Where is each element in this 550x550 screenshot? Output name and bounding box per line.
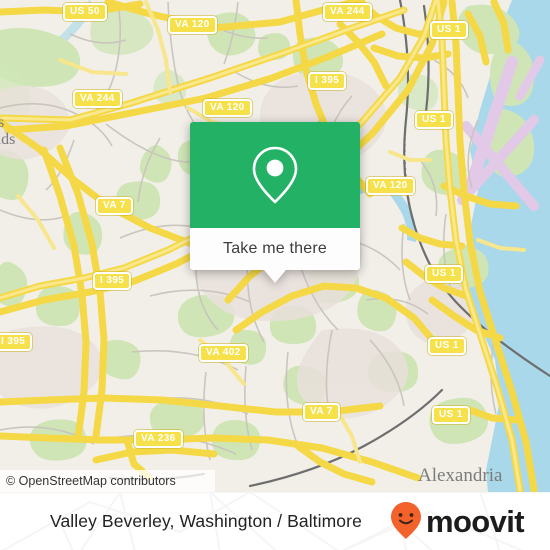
road-shield: US 1 [430, 21, 468, 39]
road-shield: VA 7 [96, 197, 133, 215]
road-shield: US 1 [425, 265, 463, 283]
osm-attribution[interactable]: © OpenStreetMap contributors [0, 470, 215, 492]
road-shield: US 1 [428, 337, 466, 355]
road-shield: I 395 [0, 333, 33, 351]
road-shield: VA 120 [168, 16, 217, 34]
popup-card-tail [264, 270, 286, 283]
moovit-smiley-pin-icon [390, 502, 421, 539]
road-shield: VA 244 [73, 90, 122, 108]
popup-card-header [190, 122, 360, 228]
moovit-brand[interactable]: moovit [389, 492, 525, 550]
road-shield: US 50 [63, 3, 107, 21]
road-shield: VA 120 [203, 99, 252, 117]
footer-bar: Valley Beverley, Washington / Baltimore … [0, 492, 550, 550]
map-place-label: s [0, 114, 5, 131]
map-place-label: ads [0, 131, 16, 148]
map-place-label-alexandria: Alexandria [418, 465, 503, 486]
road-shield: VA 402 [199, 344, 248, 362]
screenshot-root: s ads Alexandria US 50 VA 120 VA 244 US … [0, 0, 550, 550]
map-pin-icon [252, 146, 298, 204]
take-me-there-label: Take me there [223, 240, 327, 257]
popup-card-footer[interactable]: Take me there [190, 228, 360, 270]
road-shield: US 1 [432, 406, 470, 424]
footer-title: Valley Beverley, Washington / Baltimore [50, 510, 362, 531]
moovit-wordmark: moovit [425, 503, 525, 539]
road-shield: I 395 [93, 272, 132, 290]
road-shield: I 395 [308, 72, 347, 90]
location-popup-card[interactable]: Take me there [190, 122, 360, 283]
road-shield: VA 7 [303, 403, 340, 421]
road-shield: VA 120 [366, 177, 415, 195]
road-shield: VA 244 [323, 3, 372, 21]
road-shield: US 1 [415, 111, 453, 129]
road-shield: VA 236 [134, 430, 183, 448]
